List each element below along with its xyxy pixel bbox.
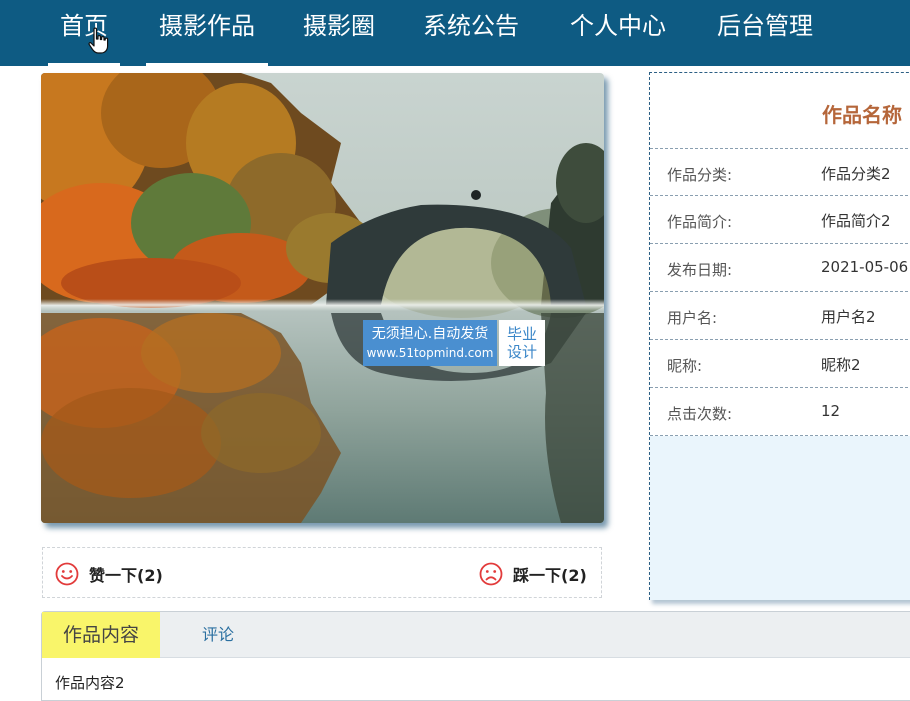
info-row-summary: 作品简介: 作品简介2 <box>650 196 910 244</box>
watermark-url: www.51topmind.com <box>366 346 494 360</box>
info-value: 2021-05-06 <box>821 258 909 276</box>
top-nav-bar: 首页 摄影作品 摄影圈 系统公告 个人中心 后台管理 <box>0 0 910 66</box>
smile-face-icon <box>55 562 79 586</box>
info-key: 点击次数: <box>667 405 733 423</box>
info-value: 昵称2 <box>821 356 861 374</box>
tab-comments[interactable]: 评论 <box>180 612 256 658</box>
sad-face-icon <box>479 562 503 586</box>
info-value: 用户名2 <box>821 308 876 326</box>
watermark-tag-line-2: 设计 <box>506 343 537 361</box>
info-value: 作品分类2 <box>821 165 891 183</box>
info-key: 用户名: <box>667 309 718 327</box>
like-label: 赞一下(2) <box>89 566 163 585</box>
dislike-button[interactable]: 踩一下(2) <box>479 562 587 586</box>
info-key: 作品简介: <box>667 213 733 231</box>
hand-cursor-icon <box>88 27 109 54</box>
watermark-tag-line-1: 毕业 <box>506 325 537 343</box>
work-info-panel: 作品名称 作品分类: 作品分类2 作品简介: 作品简介2 发布日期: 2021-… <box>649 72 910 600</box>
info-value: 作品简介2 <box>821 212 891 230</box>
nav-item-works[interactable]: 摄影作品 <box>146 0 268 66</box>
tab-content[interactable]: 作品内容 <box>42 612 160 658</box>
tab-content-body: 作品内容2 <box>55 674 125 692</box>
info-row-nickname: 昵称: 昵称2 <box>650 340 910 388</box>
info-key: 作品分类: <box>667 166 733 184</box>
watermark-tag: 毕业 设计 <box>499 320 545 366</box>
info-panel-footer <box>650 436 910 600</box>
work-title: 作品名称 <box>822 103 902 127</box>
like-button[interactable]: 赞一下(2) <box>55 562 163 586</box>
vote-bar: 赞一下(2) 踩一下(2) <box>42 547 602 598</box>
detail-tabs: 作品内容 评论 作品内容2 <box>41 611 910 701</box>
info-value: 12 <box>821 402 841 420</box>
dislike-label: 踩一下(2) <box>513 566 587 585</box>
watermark-text-block: 无须担心.自动发货 www.51topmind.com <box>363 320 497 366</box>
info-row-category: 作品分类: 作品分类2 <box>650 148 910 196</box>
nav-item-profile[interactable]: 个人中心 <box>557 0 679 64</box>
nav-item-admin[interactable]: 后台管理 <box>704 0 826 64</box>
info-key: 昵称: <box>667 357 703 375</box>
work-photo <box>41 73 604 523</box>
nav-item-circle[interactable]: 摄影圈 <box>290 0 388 64</box>
watermark-line-1: 无须担心.自动发货 <box>371 326 489 342</box>
autumn-bridge-landscape-image <box>41 73 604 523</box>
info-key: 发布日期: <box>667 261 733 279</box>
info-row-username: 用户名: 用户名2 <box>650 292 910 340</box>
info-row-clicks: 点击次数: 12 <box>650 388 910 436</box>
tab-header: 作品内容 评论 <box>42 612 910 658</box>
watermark-overlay: 无须担心.自动发货 www.51topmind.com 毕业 设计 <box>363 320 545 366</box>
info-row-date: 发布日期: 2021-05-06 <box>650 244 910 292</box>
nav-item-notice[interactable]: 系统公告 <box>410 0 532 64</box>
